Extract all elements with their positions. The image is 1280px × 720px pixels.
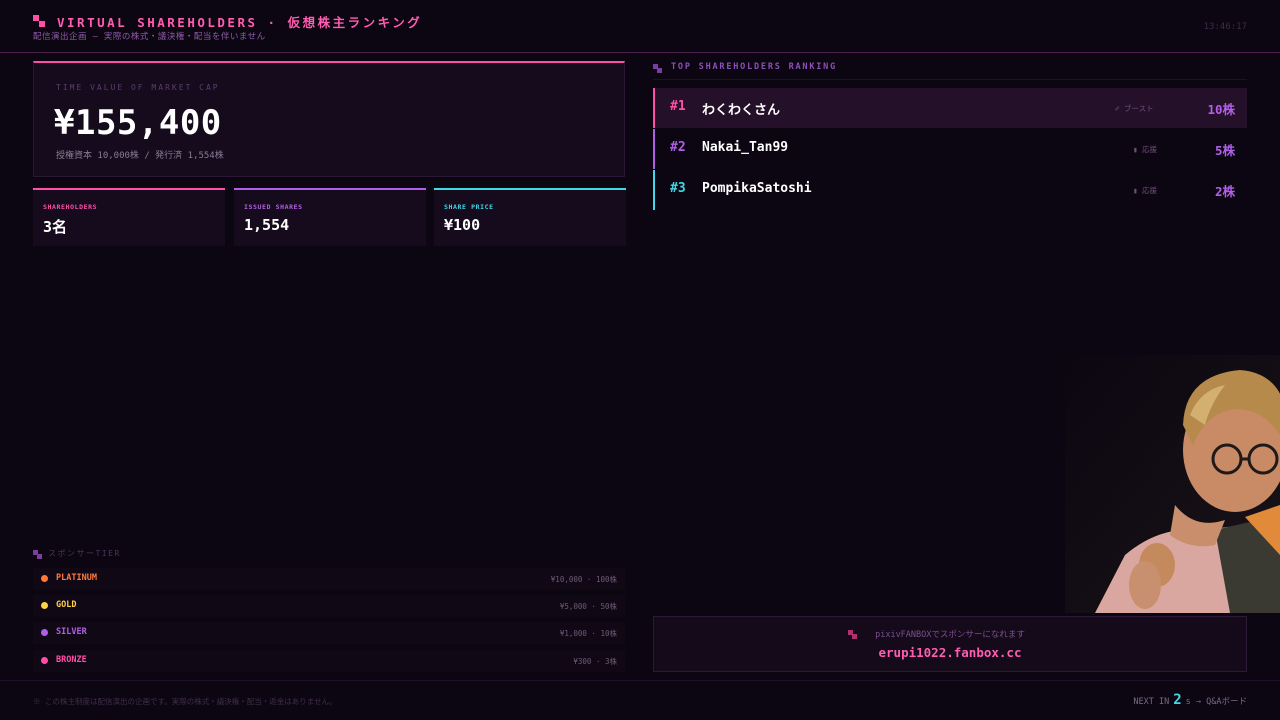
next-seconds: 2 [1173, 692, 1182, 708]
tier-name: BRONZE [56, 655, 87, 665]
market-cap-label: TIME VALUE OF MARKET CAP [56, 83, 220, 92]
tier-row-platinum: PLATINUM ¥10,000 · 100株 [33, 568, 625, 590]
ranking-heading: TOP SHAREHOLDERS RANKING [671, 62, 838, 72]
tier-heading: スポンサーTIER [48, 549, 121, 558]
share-count: 10株 [1207, 102, 1235, 117]
fanbox-caption: pixivFANBOXでスポンサーになれます [875, 630, 1025, 640]
webcam-person-image [1065, 355, 1280, 613]
tier-price: ¥5,000 · 50株 [559, 602, 617, 611]
ranking-row-1: #1 わくわくさん ✐ ブースト 10株 [653, 88, 1247, 128]
tier-dot-icon [41, 602, 48, 609]
shareholder-name: わくわくさん [702, 103, 781, 118]
stat-value: 3名 [43, 218, 68, 236]
stat-card-shareholders: SHAREHOLDERS 3名 [33, 188, 225, 246]
tier-name: PLATINUM [56, 573, 97, 583]
support-badge: ▮ 応援 [1133, 186, 1158, 195]
support-badge: ▮ 応援 [1133, 145, 1158, 154]
tier-row-gold: GOLD ¥5,000 · 50株 [33, 595, 625, 617]
tier-price: ¥300 · 3株 [573, 657, 617, 666]
stat-label: SHAREHOLDERS [43, 203, 98, 211]
page-subtitle: 配信演出企画 — 実際の株式・議決権・配当を伴いません [33, 32, 266, 42]
ranking-icon [653, 64, 662, 73]
tier-name: SILVER [56, 627, 87, 637]
share-count: 2株 [1214, 184, 1235, 199]
footer-divider [0, 680, 1280, 681]
disclaimer: ※ この株主制度は配信演出の企画です。実際の株式・議決権・配当・返金はありません… [33, 697, 337, 706]
logo-icon [33, 15, 45, 27]
header-divider [0, 52, 1280, 53]
market-cap-card: TIME VALUE OF MARKET CAP ¥155,400 授権資本 1… [33, 61, 625, 177]
rank-number: #3 [670, 181, 686, 196]
tier-price: ¥10,000 · 100株 [550, 575, 617, 584]
fanbox-panel: pixivFANBOXでスポンサーになれます erupi1022.fanbox.… [653, 616, 1247, 672]
ranking-row-3: #3 PompikaSatoshi ▮ 応援 2株 [653, 170, 1247, 210]
tier-row-silver: SILVER ¥1,000 · 10株 [33, 622, 625, 644]
ranking-divider [653, 79, 1247, 80]
stat-label: ISSUED SHARES [244, 203, 303, 211]
tier-price: ¥1,000 · 10株 [559, 629, 617, 638]
tier-dot-icon [41, 575, 48, 582]
tier-dot-icon [41, 629, 48, 636]
stat-card-issued-shares: ISSUED SHARES 1,554 [234, 188, 426, 246]
rank-number: #2 [670, 140, 686, 155]
next-label: NEXT IN [1133, 697, 1170, 707]
next-target: s → Q&Aボード [1185, 697, 1247, 707]
tier-dot-icon [41, 657, 48, 664]
market-cap-value: ¥155,400 [54, 103, 222, 143]
boost-badge: ✐ ブースト [1115, 104, 1154, 113]
tier-row-bronze: BRONZE ¥300 · 3株 [33, 650, 625, 672]
market-cap-footnote: 授権資本 10,000株 / 発行済 1,554株 [56, 151, 224, 161]
shareholder-name: PompikaSatoshi [702, 181, 812, 196]
ranking-row-2: #2 Nakai_Tan99 ▮ 応援 5株 [653, 129, 1247, 169]
webcam-video [1065, 355, 1280, 613]
stat-value: ¥100 [444, 216, 481, 234]
page-title: VIRTUAL SHAREHOLDERS · 仮想株主ランキング [57, 15, 423, 30]
next-countdown: NEXT IN 2 s → Q&Aボード [1133, 692, 1247, 708]
shareholder-name: Nakai_Tan99 [702, 140, 789, 155]
tier-icon [33, 550, 42, 559]
share-count: 5株 [1214, 143, 1235, 158]
clock: 13:46:17 [1203, 22, 1247, 32]
stat-label: SHARE PRICE [444, 203, 494, 211]
tier-name: GOLD [56, 600, 77, 610]
stat-value: 1,554 [244, 216, 290, 234]
stat-card-share-price: SHARE PRICE ¥100 [434, 188, 626, 246]
fanbox-link[interactable]: erupi1022.fanbox.cc [654, 645, 1246, 660]
rank-number: #1 [670, 99, 686, 114]
